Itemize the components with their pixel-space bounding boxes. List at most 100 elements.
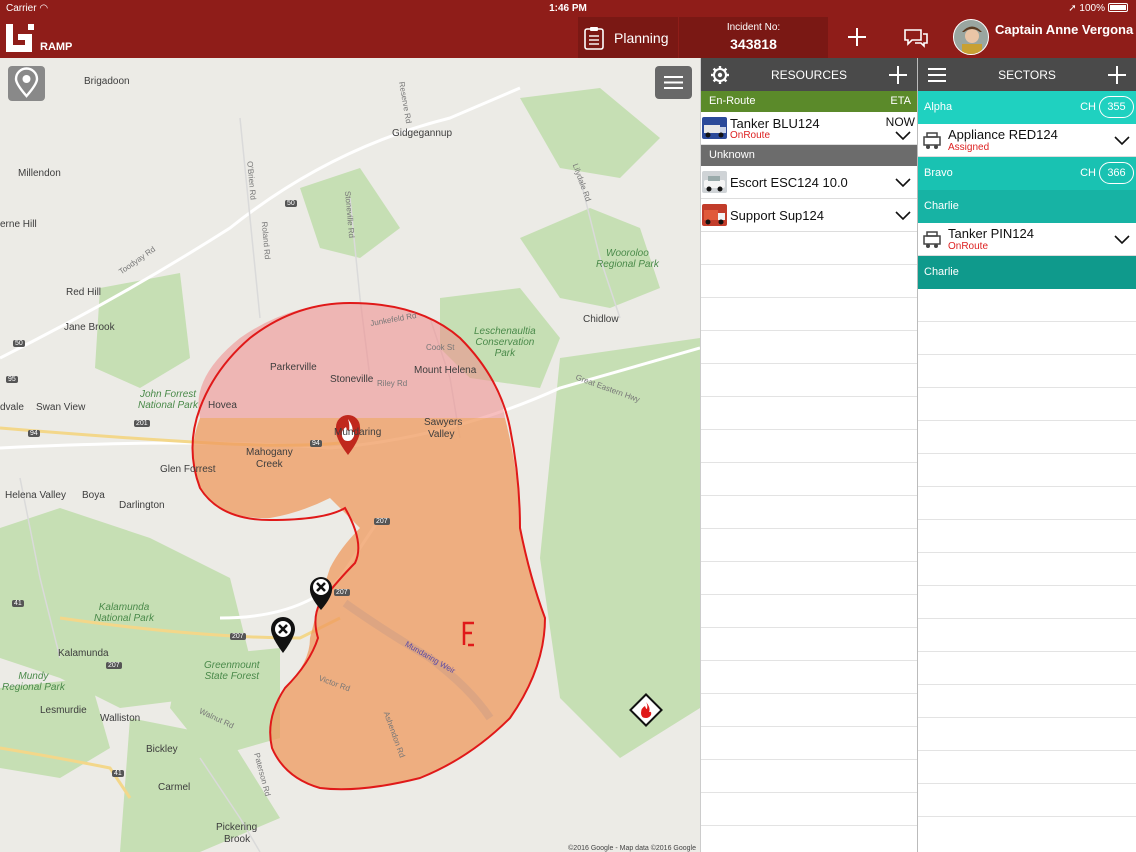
escort-vehicle-icon [702,171,727,193]
resource-name: Tanker BLU124 [730,116,820,131]
eta-header: ETA [890,95,911,107]
park-label: Greenmount State Forest [204,660,260,682]
resource-row[interactable]: Escort ESC124 10.0 [701,166,917,199]
resources-header: RESOURCES [701,58,917,91]
group-enroute: En-Route ETA [701,91,917,112]
route-shield: 207 [230,633,246,640]
park-label-text: Leschenaultia Conservation Park [474,326,536,359]
place-label: Brook [224,834,251,845]
route-shield: 207 [334,589,350,596]
road-label: Cook St [426,343,455,352]
place-label: Carmel [158,782,191,793]
chevron-down-icon[interactable] [1114,235,1130,245]
place-label: Hovea [208,400,237,411]
channel-number[interactable]: 366 [1099,162,1134,184]
sector-resource-row[interactable]: Tanker PIN124 OnRoute [918,223,1136,256]
park-label: John Forrest National Park [138,389,198,411]
battery-icon [1108,3,1128,12]
place-label: Chidlow [583,314,619,325]
place-label: Mount Helena [414,365,477,376]
place-label: Millendon [18,168,61,179]
add-icon[interactable] [842,22,872,52]
resources-title: RESOURCES [770,68,847,82]
park-label-text: Mundy Regional Park [2,671,65,693]
closure-pin-icon[interactable] [271,617,295,653]
park-label: Mundy Regional Park [2,671,65,693]
resources-empty-list [701,232,917,852]
park-label: Kalamunda National Park [94,602,154,624]
hamburger-icon [664,76,683,89]
add-resource-icon[interactable] [888,65,908,85]
route-shield: 94 [310,440,322,447]
top-bar: Carrier ◠ 1:46 PM ➚ 100% RAMP Planning I… [0,0,1136,58]
incident-number: 343818 [730,36,777,52]
resources-panel: RESOURCES En-Route ETA Tanker BLU124 OnR… [700,58,917,852]
place-label: Bickley [146,744,178,755]
channel-number[interactable]: 355 [1099,96,1134,118]
resource-status: OnRoute [948,241,989,252]
app-name: RAMP [40,41,73,53]
group-unknown: Unknown [701,145,917,166]
route-shield: 207 [374,518,390,525]
ramp-logo-icon [6,24,34,52]
place-label: Boya [82,490,105,501]
resource-row[interactable]: Tanker BLU124 OnRoute NOW [701,112,917,145]
planning-button[interactable]: Planning [578,17,678,58]
place-label: Lesmurdie [40,705,87,716]
resource-status: Assigned [948,142,990,153]
avatar[interactable] [953,19,989,55]
sector-bravo[interactable]: Bravo CH 366 [918,157,1136,190]
park-label-text: Kalamunda National Park [94,602,155,624]
map-canvas[interactable] [0,58,700,852]
chat-icon[interactable] [899,22,931,52]
park-label-text: Wooroloo Regional Park [596,248,659,270]
place-label: Helena Valley [5,490,66,501]
chevron-down-icon[interactable] [895,178,911,188]
battery-percent: 100% [1079,3,1105,14]
appliance-vehicle-icon [923,132,941,149]
chevron-down-icon[interactable] [1114,136,1130,146]
place-label: Brigadoon [84,76,130,87]
route-shield: 50 [13,340,25,347]
route-shield: 94 [28,430,40,437]
user-photo-icon [954,20,988,54]
incident-label: Incident No: [726,22,781,33]
sectors-empty-list [918,289,1136,849]
incident-number-box[interactable]: Incident No: 343818 [679,17,828,58]
place-label: Mundaring [334,427,382,438]
resource-row[interactable]: Support Sup124 [701,199,917,232]
sector-alpha[interactable]: Alpha CH 355 [918,91,1136,124]
channel-label: CH [1080,101,1096,113]
place-label: erne Hill [0,219,37,230]
place-label: Glen Forrest [160,464,216,475]
resource-name: Escort ESC124 10.0 [730,175,848,190]
sector-charlie[interactable]: Charlie [918,190,1136,223]
park-label-text: Greenmount State Forest [204,660,260,682]
resource-name: Appliance RED124 [948,127,1058,142]
group-label: En-Route [709,95,756,107]
chevron-down-icon[interactable] [895,211,911,221]
add-sector-icon[interactable] [1107,65,1127,85]
clock: 1:46 PM [549,3,587,14]
place-label: Creek [256,459,283,470]
place-label: Kalamunda [58,648,109,659]
sectors-title: SECTORS [998,68,1056,82]
location-pin-icon [14,67,39,98]
place-label: Swan View [36,402,86,413]
route-shield: 207 [106,662,122,669]
place-label: Parkerville [270,362,317,373]
tanker-vehicle-icon [923,231,941,248]
group-label: Unknown [709,149,755,161]
location-arrow-icon: ➚ [1068,3,1077,14]
sector-label: Alpha [924,101,953,113]
sector-charlie-2[interactable]: Charlie [918,256,1136,289]
sector-resource-row[interactable]: Appliance RED124 Assigned [918,124,1136,157]
map-view[interactable]: Brigadoon Millendon Gidgegannup erne Hil… [0,58,700,852]
chevron-down-icon[interactable] [895,131,911,141]
app-root: Carrier ◠ 1:46 PM ➚ 100% RAMP Planning I… [0,0,1136,852]
map-menu-button[interactable] [655,66,692,99]
map-pin-button[interactable] [8,66,45,101]
tanker-vehicle-icon [702,117,727,139]
user-name[interactable]: Captain Anne Vergona [995,22,1133,37]
place-label: Stoneville [330,374,374,385]
